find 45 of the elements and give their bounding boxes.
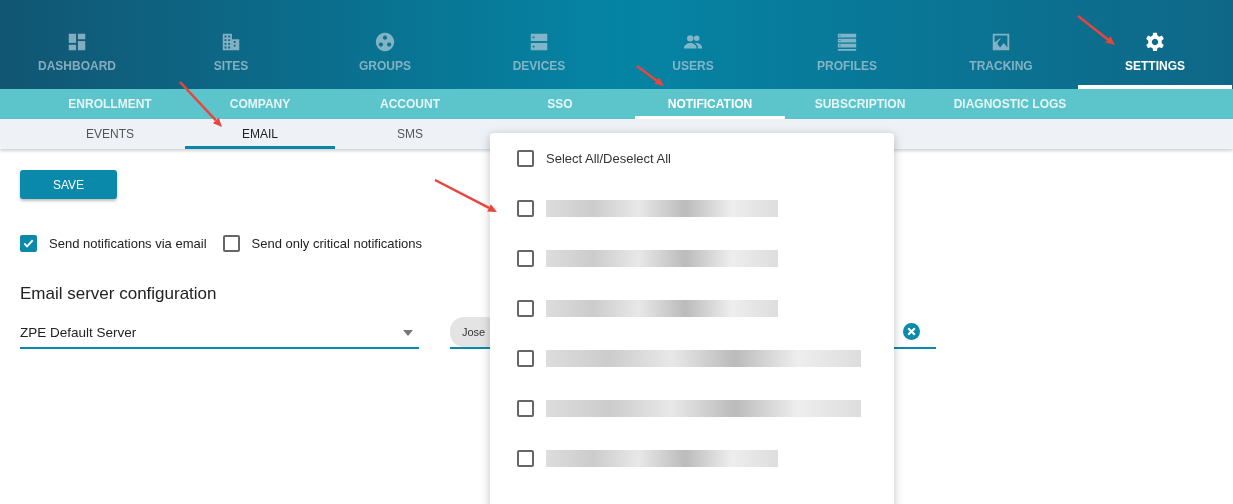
checkbox[interactable] (517, 249, 534, 267)
checkbox[interactable] (517, 299, 534, 317)
checkbox[interactable] (517, 199, 534, 217)
checkbox[interactable] (20, 235, 37, 252)
nav-tab[interactable]: SITES (154, 0, 308, 89)
category-tab[interactable]: ACCOUNT (335, 89, 485, 119)
groups-icon (374, 31, 396, 53)
checkbox[interactable] (517, 449, 534, 467)
checkbox[interactable] (517, 149, 534, 167)
annotation-arrow (1077, 15, 1115, 45)
gear-icon (1144, 31, 1166, 53)
channel-tab[interactable]: SMS (335, 119, 485, 149)
server-select[interactable]: ZPE Default Server (20, 318, 419, 349)
clear-icon[interactable] (903, 323, 920, 340)
channel-tab[interactable]: EVENTS (35, 119, 185, 149)
nav-tab[interactable]: DASHBOARD (0, 0, 154, 89)
annotation-arrow (179, 81, 222, 127)
annotation-arrow (434, 178, 497, 212)
nav-tab[interactable]: DEVICES (462, 0, 616, 89)
section-title: Email server configuration (20, 284, 218, 304)
channel-tab[interactable]: EMAIL (185, 119, 335, 149)
annotation-arrow (636, 65, 664, 86)
checkbox-label: Send only critical notifications (251, 236, 423, 251)
category-tab[interactable]: DIAGNOSTIC LOGS (935, 89, 1085, 119)
image-icon (990, 31, 1012, 53)
category-tab[interactable]: ENROLLMENT (35, 89, 185, 119)
nav-tab[interactable]: PROFILES (770, 0, 924, 89)
category-tab[interactable]: COMPANY (185, 89, 335, 119)
caret-icon (403, 329, 413, 336)
nav-tab[interactable]: GROUPS (308, 0, 462, 89)
select-all-label: Select All/Deselect All (546, 150, 671, 166)
devices-icon (528, 31, 550, 53)
nav-tab[interactable]: USERS (616, 0, 770, 89)
checkbox[interactable] (517, 399, 534, 417)
save-button[interactable]: SAVE (20, 170, 117, 199)
checkbox-label: Send notifications via email (49, 236, 207, 251)
checkbox[interactable] (517, 349, 534, 367)
dashboard-icon (66, 31, 88, 53)
building-icon (220, 31, 242, 53)
checkmark-icon (22, 237, 35, 250)
list-icon (836, 31, 858, 53)
category-tab[interactable]: SUBSCRIPTION (785, 89, 935, 119)
category-tab[interactable]: SSO (485, 89, 635, 119)
checkbox[interactable] (222, 235, 240, 252)
nav-tab[interactable]: TRACKING (924, 0, 1078, 89)
